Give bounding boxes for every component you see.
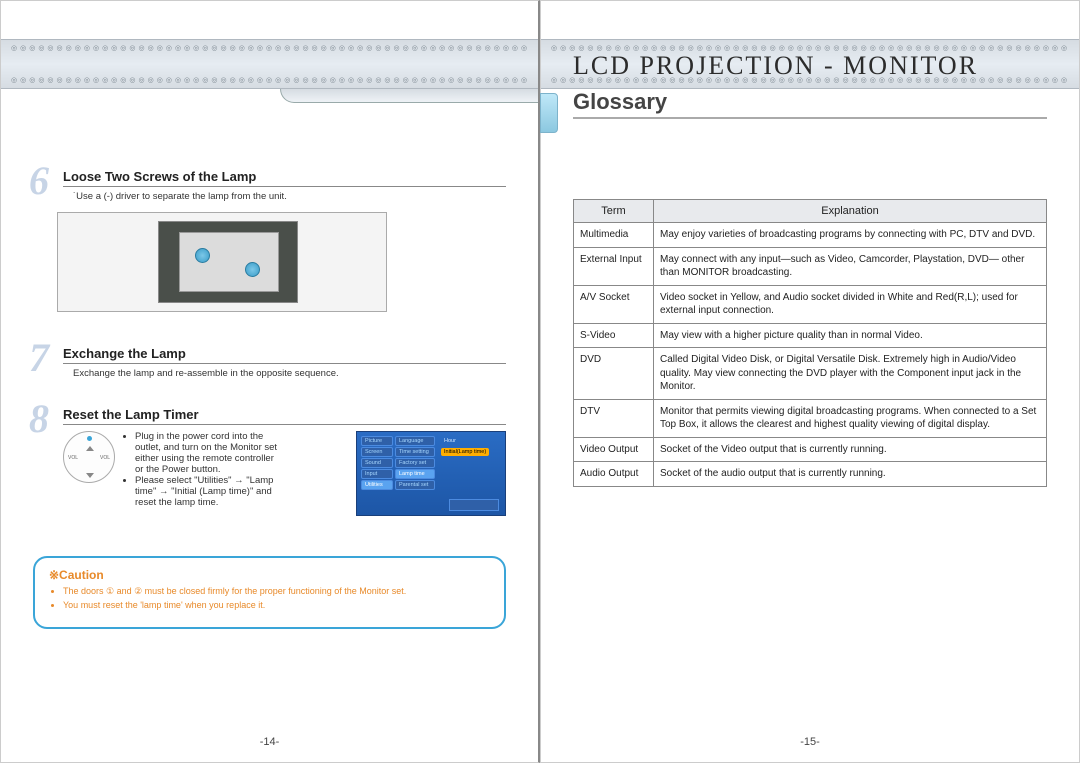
caution-box: ※Caution The doors ① and ② must be close… — [33, 556, 506, 629]
term-cell: Audio Output — [574, 462, 654, 487]
table-row: External InputMay connect with any input… — [574, 247, 1047, 285]
expl-cell: Monitor that permits viewing digital bro… — [654, 399, 1047, 437]
caution-title: ※Caution — [49, 568, 490, 582]
step-8: 8 Reset the Lamp Timer MENU VOL VOL Pict… — [33, 407, 506, 516]
section-title: Glossary — [573, 89, 1047, 119]
osd-item: Time setting — [395, 447, 435, 457]
tab-marker-icon — [540, 93, 558, 133]
osd-item: Parental set — [395, 480, 435, 490]
step-title: Reset the Lamp Timer — [63, 407, 506, 425]
term-cell: A/V Socket — [574, 285, 654, 323]
table-row: Video OutputSocket of the Video output t… — [574, 437, 1047, 462]
step8-bullet: Please select "Utilities" → "Lamp time" … — [135, 475, 283, 508]
expl-cell: May connect with any input—such as Video… — [654, 247, 1047, 285]
step-title: Exchange the Lamp — [63, 346, 506, 364]
header-band-left: ◎◎◎◎◎◎◎◎◎◎◎◎◎◎◎◎◎◎◎◎◎◎◎◎◎◎◎◎◎◎◎◎◎◎◎◎◎◎◎◎… — [1, 39, 538, 89]
step-number: 7 — [29, 334, 49, 381]
step-body: ˙Use a (-) driver to separate the lamp f… — [73, 191, 506, 202]
osd-item: Screen — [361, 447, 393, 457]
osd-item: Language — [395, 436, 435, 446]
arrow-up-icon — [86, 446, 94, 451]
osd-item: Picture — [361, 436, 393, 446]
arrow-down-icon — [86, 473, 94, 478]
remote-vol-l: VOL — [68, 455, 78, 461]
table-row: S-VideoMay view with a higher picture qu… — [574, 323, 1047, 348]
osd-item: Hour — [441, 437, 459, 445]
screw-icon — [245, 262, 260, 277]
remote-vol-r: VOL — [100, 455, 110, 461]
caution-item: You must reset the 'lamp time' when you … — [63, 600, 490, 611]
osd-item: Sound — [361, 458, 393, 468]
screw-icon — [195, 248, 210, 263]
expl-cell: Called Digital Video Disk, or Digital Ve… — [654, 348, 1047, 400]
table-row: MultimediaMay enjoy varieties of broadca… — [574, 223, 1047, 248]
header-curve — [280, 89, 538, 103]
manual-title: LCD PROJECTION - MONITOR — [573, 51, 978, 81]
step8-bullet: Plug in the power cord into the outlet, … — [135, 431, 283, 475]
osd-item-highlight: Utilities — [361, 480, 393, 490]
osd-menu: PictureLanguage Hour ScreenTime setting In… — [356, 431, 506, 516]
table-head-expl: Explanation — [654, 200, 1047, 223]
menu-button-icon — [87, 436, 92, 441]
term-cell: DTV — [574, 399, 654, 437]
expl-cell: May enjoy varieties of broadcasting prog… — [654, 223, 1047, 248]
step-number: 6 — [29, 157, 49, 204]
step-body: Exchange the lamp and re-assemble in the… — [73, 368, 506, 379]
table-row: Audio OutputSocket of the audio output t… — [574, 462, 1047, 487]
expl-cell: Socket of the audio output that is curre… — [654, 462, 1047, 487]
table-row: DTVMonitor that permits viewing digital … — [574, 399, 1047, 437]
dots-bot: ◎◎◎◎◎◎◎◎◎◎◎◎◎◎◎◎◎◎◎◎◎◎◎◎◎◎◎◎◎◎◎◎◎◎◎◎◎◎◎◎… — [11, 76, 528, 84]
osd-item: Input — [361, 469, 393, 479]
osd-footer-icon — [449, 499, 499, 511]
expl-cell: May view with a higher picture quality t… — [654, 323, 1047, 348]
lamp-diagram — [57, 212, 387, 312]
expl-cell: Socket of the Video output that is curre… — [654, 437, 1047, 462]
term-cell: S-Video — [574, 323, 654, 348]
table-row: DVDCalled Digital Video Disk, or Digital… — [574, 348, 1047, 400]
term-cell: External Input — [574, 247, 654, 285]
glossary-table: Term Explanation MultimediaMay enjoy var… — [573, 199, 1047, 487]
dots-top: ◎◎◎◎◎◎◎◎◎◎◎◎◎◎◎◎◎◎◎◎◎◎◎◎◎◎◎◎◎◎◎◎◎◎◎◎◎◎◎◎… — [11, 44, 528, 52]
page-15: ◎◎◎◎◎◎◎◎◎◎◎◎◎◎◎◎◎◎◎◎◎◎◎◎◎◎◎◎◎◎◎◎◎◎◎◎◎◎◎◎… — [540, 0, 1080, 763]
remote-diagram: MENU VOL VOL — [63, 431, 115, 483]
page-14: ◎◎◎◎◎◎◎◎◎◎◎◎◎◎◎◎◎◎◎◎◎◎◎◎◎◎◎◎◎◎◎◎◎◎◎◎◎◎◎◎… — [0, 0, 540, 763]
caution-item: The doors ① and ② must be closed firmly … — [63, 586, 490, 597]
page-number: -14- — [1, 736, 538, 748]
step-number: 8 — [29, 395, 49, 442]
step-6: 6 Loose Two Screws of the Lamp ˙Use a (-… — [33, 169, 506, 312]
expl-cell: Video socket in Yellow, and Audio socket… — [654, 285, 1047, 323]
table-row: A/V SocketVideo socket in Yellow, and Au… — [574, 285, 1047, 323]
table-head-term: Term — [574, 200, 654, 223]
osd-item-selected: Initial(Lamp time) — [441, 448, 489, 456]
step-title: Loose Two Screws of the Lamp — [63, 169, 506, 187]
osd-item-highlight: Lamp time — [395, 469, 435, 479]
term-cell: Multimedia — [574, 223, 654, 248]
step-7: 7 Exchange the Lamp Exchange the lamp an… — [33, 346, 506, 379]
term-cell: Video Output — [574, 437, 654, 462]
term-cell: DVD — [574, 348, 654, 400]
osd-item: Factory set — [395, 458, 435, 468]
page-number: -15- — [541, 736, 1079, 748]
